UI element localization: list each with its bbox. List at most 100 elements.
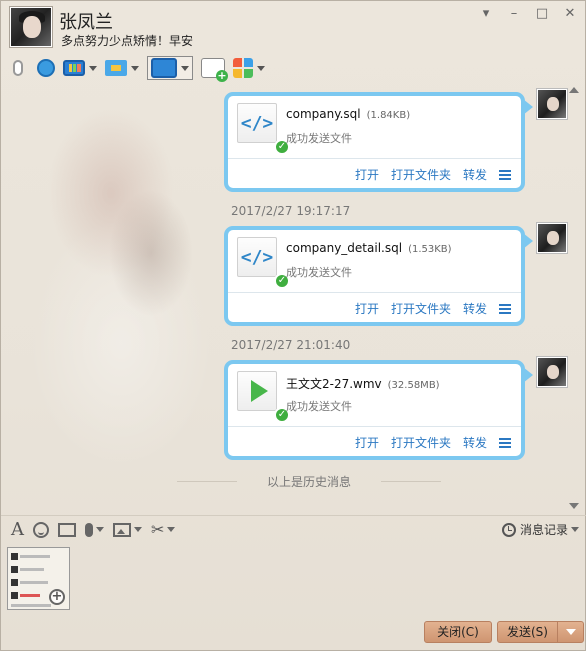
send-options-button[interactable] bbox=[558, 622, 583, 642]
menu-icon[interactable] bbox=[499, 437, 511, 448]
file-actions: 打开 打开文件夹 转发 bbox=[355, 434, 511, 451]
screen-share-icon bbox=[63, 60, 85, 76]
divider bbox=[228, 158, 521, 159]
image-icon bbox=[113, 522, 131, 537]
open-folder-link[interactable]: 打开文件夹 bbox=[391, 300, 451, 317]
webcam-icon bbox=[37, 59, 55, 77]
image-button[interactable] bbox=[113, 522, 142, 537]
remote-desktop-button[interactable] bbox=[147, 56, 193, 80]
chevron-down-icon[interactable] bbox=[89, 65, 97, 71]
forward-link[interactable]: 转发 bbox=[463, 300, 487, 317]
emoji-button[interactable] bbox=[33, 521, 49, 538]
open-link[interactable]: 打开 bbox=[355, 166, 379, 183]
chevron-down-icon[interactable] bbox=[131, 65, 139, 71]
chevron-down-icon[interactable]: ▾ bbox=[479, 7, 493, 21]
mic-icon bbox=[13, 60, 23, 76]
send-file-icon bbox=[105, 60, 127, 76]
send-file-button[interactable] bbox=[105, 56, 139, 80]
voice-message-button[interactable] bbox=[85, 522, 104, 537]
file-name: company_detail.sql (1.53KB) bbox=[286, 241, 452, 255]
menu-icon[interactable] bbox=[499, 303, 511, 314]
file-size: (32.58MB) bbox=[387, 380, 440, 391]
file-message-bubble: </> ✓ company.sql (1.84KB) 成功发送文件 打开 打开文件… bbox=[224, 92, 533, 192]
file-name-text[interactable]: company_detail.sql bbox=[286, 241, 402, 255]
mic-icon bbox=[85, 522, 93, 537]
menu-icon[interactable] bbox=[499, 169, 511, 180]
open-folder-link[interactable]: 打开文件夹 bbox=[391, 166, 451, 183]
zoom-in-icon[interactable]: + bbox=[49, 589, 65, 605]
message-history-label: 消息记录 bbox=[519, 523, 568, 537]
chevron-down-icon[interactable] bbox=[571, 527, 579, 532]
file-actions: 打开 打开文件夹 转发 bbox=[355, 166, 511, 183]
divider bbox=[228, 292, 521, 293]
input-toolbar: A ✂ 消息记录 bbox=[1, 515, 586, 543]
window-controls: ▾ – □ ✕ bbox=[479, 7, 577, 21]
emoji-icon bbox=[33, 521, 49, 538]
file-message-bubble: ✓ 王文文2-27.wmv (32.58MB) 成功发送文件 打开 打开文件夹 转… bbox=[224, 360, 533, 460]
screen-share-button[interactable] bbox=[63, 56, 97, 80]
open-folder-link[interactable]: 打开文件夹 bbox=[391, 434, 451, 451]
contact-avatar[interactable] bbox=[10, 7, 52, 47]
sender-avatar[interactable] bbox=[537, 357, 567, 387]
code-file-icon[interactable]: </> ✓ bbox=[237, 237, 290, 289]
message-timestamp: 2017/2/27 21:01:40 bbox=[231, 338, 351, 352]
create-group-chat-button[interactable] bbox=[201, 56, 228, 82]
file-name-text[interactable]: 王文文2-27.wmv bbox=[286, 377, 382, 391]
video-call-button[interactable] bbox=[37, 56, 55, 80]
minimize-icon[interactable]: – bbox=[507, 7, 521, 21]
font-button[interactable]: A bbox=[11, 519, 24, 540]
apps-icon bbox=[233, 58, 253, 78]
history-divider: 以上是历史消息 bbox=[177, 473, 441, 490]
chat-toolbar bbox=[7, 55, 273, 82]
video-file-icon[interactable]: ✓ bbox=[237, 371, 290, 423]
remote-desktop-icon bbox=[151, 58, 177, 78]
sender-avatar[interactable] bbox=[537, 223, 567, 253]
chat-header: 张凤兰 多点努力少点矫情！早安 ▾ – □ ✕ bbox=[1, 1, 586, 51]
close-button[interactable]: 关闭(C) bbox=[424, 621, 492, 643]
message-input[interactable]: + bbox=[1, 544, 586, 616]
scroll-up-icon[interactable] bbox=[569, 87, 579, 93]
create-group-chat-icon bbox=[201, 58, 228, 82]
chat-window: 张凤兰 多点努力少点矫情！早安 ▾ – □ ✕ + </> ✓ company.… bbox=[0, 0, 586, 651]
maximize-icon[interactable]: □ bbox=[535, 7, 549, 21]
clock-icon bbox=[501, 522, 516, 537]
file-actions: 打开 打开文件夹 转发 bbox=[355, 300, 511, 317]
gif-icon bbox=[58, 522, 76, 537]
divider bbox=[228, 426, 521, 427]
file-size: (1.84KB) bbox=[366, 110, 411, 121]
send-button[interactable]: 发送(S) bbox=[497, 621, 584, 643]
forward-link[interactable]: 转发 bbox=[463, 434, 487, 451]
chevron-down-icon[interactable] bbox=[96, 527, 104, 532]
message-timestamp: 2017/2/27 19:17:17 bbox=[231, 204, 351, 218]
contact-signature: 多点努力少点矫情！早安 bbox=[61, 34, 194, 48]
open-link[interactable]: 打开 bbox=[355, 300, 379, 317]
image-thumbnail[interactable]: + bbox=[7, 547, 70, 610]
file-name: company.sql (1.84KB) bbox=[286, 107, 410, 121]
send-button-label[interactable]: 发送(S) bbox=[498, 622, 558, 642]
file-name-text[interactable]: company.sql bbox=[286, 107, 361, 121]
avatar-face bbox=[23, 16, 41, 38]
gif-button[interactable] bbox=[58, 522, 76, 537]
open-link[interactable]: 打开 bbox=[355, 434, 379, 451]
sender-avatar[interactable] bbox=[537, 89, 567, 119]
chevron-down-icon[interactable] bbox=[134, 527, 142, 532]
chevron-down-icon[interactable] bbox=[181, 65, 189, 71]
screenshot-button[interactable]: ✂ bbox=[151, 520, 176, 539]
apps-button[interactable] bbox=[233, 56, 265, 80]
file-size: (1.53KB) bbox=[408, 244, 452, 255]
contact-name[interactable]: 张凤兰 bbox=[59, 8, 113, 34]
chevron-down-icon[interactable] bbox=[257, 65, 265, 71]
scissors-icon: ✂ bbox=[151, 520, 165, 539]
font-icon: A bbox=[11, 519, 24, 540]
close-icon[interactable]: ✕ bbox=[563, 7, 577, 21]
message-history-button[interactable]: 消息记录 bbox=[501, 521, 579, 538]
file-message-bubble: </> ✓ company_detail.sql (1.53KB) 成功发送文件 … bbox=[224, 226, 533, 326]
file-status: 成功发送文件 bbox=[286, 132, 352, 145]
voice-call-button[interactable] bbox=[7, 56, 29, 80]
chat-background-image bbox=[1, 83, 261, 503]
scroll-down-icon[interactable] bbox=[569, 503, 579, 509]
forward-link[interactable]: 转发 bbox=[463, 166, 487, 183]
chevron-down-icon bbox=[565, 629, 576, 635]
chevron-down-icon[interactable] bbox=[167, 527, 176, 532]
code-file-icon[interactable]: </> ✓ bbox=[237, 103, 290, 155]
